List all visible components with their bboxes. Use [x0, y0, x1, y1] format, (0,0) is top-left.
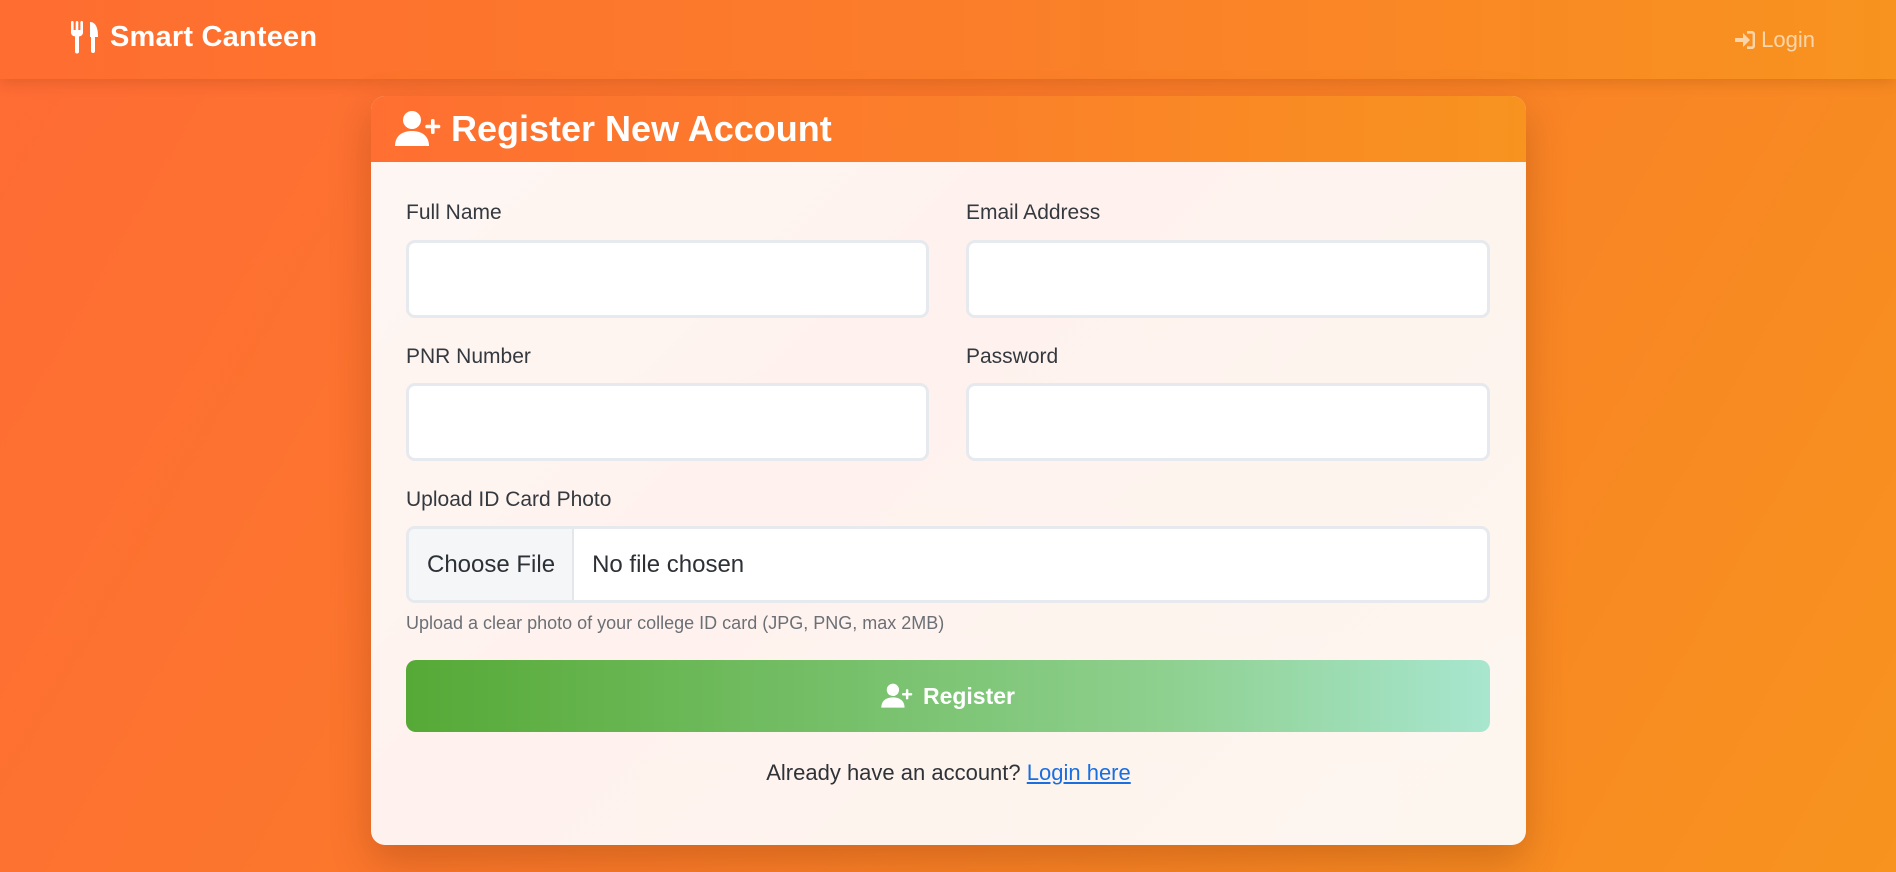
upload-help-text: Upload a clear photo of your college ID …: [406, 613, 945, 633]
pnr-label: PNR Number: [406, 345, 531, 368]
password-input[interactable]: [966, 383, 1490, 461]
password-label: Password: [966, 345, 1059, 368]
register-button-label: Register: [922, 682, 1016, 709]
nav-login-label: Login: [1761, 27, 1815, 52]
email-label: Email Address: [966, 201, 1101, 224]
file-status: No file chosen: [592, 550, 745, 578]
sign-in-icon: [1734, 30, 1756, 50]
upload-label: Upload ID Card Photo: [406, 488, 612, 511]
utensils-icon: [70, 20, 100, 54]
user-plus-icon: [395, 110, 441, 148]
login-prompt-text: Already have an account?: [766, 760, 1021, 785]
user-plus-icon: [881, 683, 913, 709]
id-card-file-input[interactable]: Choose File No file chosen: [406, 526, 1490, 603]
nav-login-link[interactable]: Login: [1734, 27, 1815, 53]
card-header: Register New Account: [371, 96, 1526, 162]
full-name-input[interactable]: [406, 240, 929, 318]
choose-file-button[interactable]: Choose File: [409, 529, 575, 600]
login-prompt: Already have an account? Login here: [371, 759, 1526, 787]
login-here-link[interactable]: Login here: [1027, 760, 1131, 785]
register-button[interactable]: Register: [406, 660, 1490, 732]
brand-name: Smart Canteen: [110, 20, 318, 53]
register-card: Register New Account Full Name Email Add…: [371, 96, 1526, 845]
email-input[interactable]: [966, 240, 1490, 318]
card-title: Register New Account: [451, 108, 832, 149]
pnr-input[interactable]: [406, 383, 929, 461]
full-name-label: Full Name: [406, 201, 502, 224]
brand[interactable]: Smart Canteen: [70, 20, 317, 54]
navbar: Smart Canteen Login: [0, 0, 1896, 79]
